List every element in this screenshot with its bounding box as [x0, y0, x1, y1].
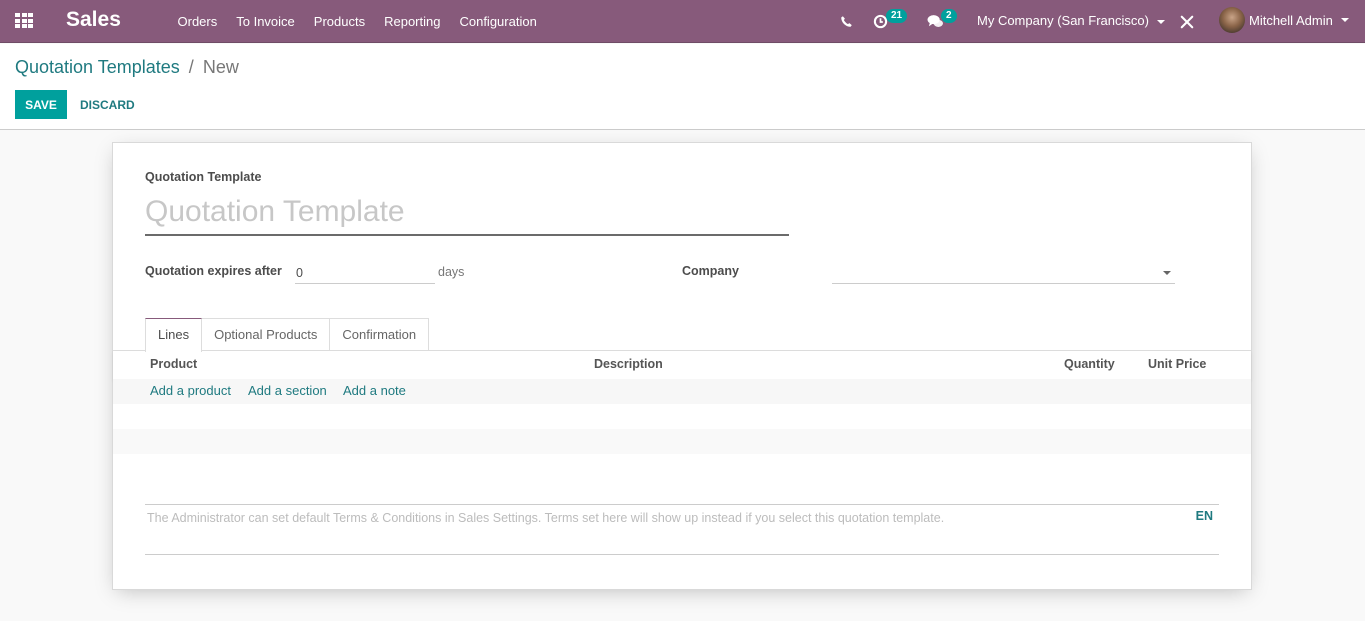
discard-button[interactable]: DISCARD: [72, 90, 143, 119]
menu-configuration[interactable]: Configuration: [450, 14, 546, 29]
column-unit-price[interactable]: Unit Price: [1148, 357, 1206, 371]
terms-placeholder: The Administrator can set default Terms …: [147, 511, 945, 525]
menu-products[interactable]: Products: [304, 14, 374, 29]
phone-icon[interactable]: [840, 0, 853, 43]
form-sheet: Quotation Template Quotation expires aft…: [112, 142, 1252, 590]
table-row: [113, 404, 1251, 429]
menu-reporting[interactable]: Reporting: [375, 14, 450, 29]
menu-to-invoice[interactable]: To Invoice: [227, 14, 305, 29]
template-name-input[interactable]: [145, 189, 789, 236]
company-select[interactable]: [832, 262, 1175, 284]
avatar: [1219, 7, 1245, 33]
breadcrumb: Quotation Templates / New: [15, 57, 239, 78]
tab-lines[interactable]: Lines: [145, 318, 203, 352]
messaging-menu[interactable]: 2: [927, 0, 957, 43]
tab-confirmation[interactable]: Confirmation: [329, 318, 430, 351]
top-navbar: Sales Orders To Invoice Products Reporti…: [0, 0, 1365, 43]
breadcrumb-parent[interactable]: Quotation Templates: [15, 57, 180, 77]
message-count-badge: 2: [941, 9, 957, 23]
notebook-tabs: Lines Optional Products Confirmation: [145, 318, 430, 352]
chevron-down-icon: [1156, 19, 1165, 24]
save-button[interactable]: SAVE: [15, 90, 67, 119]
apps-grid-icon[interactable]: [15, 13, 33, 29]
company-switcher[interactable]: My Company (San Francisco): [977, 13, 1165, 28]
template-name-label: Quotation Template: [145, 170, 262, 184]
chevron-down-icon: [1340, 18, 1349, 22]
user-name: Mitchell Admin: [1249, 12, 1333, 28]
add-note-link[interactable]: Add a note: [343, 383, 406, 398]
breadcrumb-separator: /: [188, 57, 194, 77]
debug-tools-icon[interactable]: [1180, 0, 1194, 43]
menu-orders[interactable]: Orders: [168, 14, 227, 29]
expires-days-input[interactable]: [295, 262, 435, 284]
days-unit-label: days: [438, 265, 465, 279]
activity-menu[interactable]: 21: [873, 0, 908, 43]
terms-note-field[interactable]: The Administrator can set default Terms …: [145, 504, 1219, 555]
app-name: Sales: [66, 8, 121, 31]
column-quantity[interactable]: Quantity: [1064, 357, 1115, 371]
column-description[interactable]: Description: [594, 357, 663, 371]
tab-optional-products[interactable]: Optional Products: [201, 318, 331, 351]
breadcrumb-current: New: [202, 57, 239, 77]
translate-button[interactable]: EN: [1196, 509, 1213, 523]
add-product-link[interactable]: Add a product: [150, 383, 231, 398]
control-panel: Quotation Templates / New SAVE DISCARD: [0, 44, 1365, 130]
add-section-link[interactable]: Add a section: [248, 383, 327, 398]
company-label: Company: [682, 264, 739, 278]
expires-label: Quotation expires after: [145, 264, 282, 278]
activity-count-badge: 21: [886, 9, 908, 23]
chevron-down-icon: [1163, 271, 1171, 275]
lines-table-header: Product Description Quantity Unit Price: [113, 351, 1251, 379]
main-menu: Orders To Invoice Products Reporting Con…: [168, 0, 546, 43]
column-product[interactable]: Product: [150, 357, 197, 371]
company-name: My Company (San Francisco): [977, 13, 1149, 28]
user-menu[interactable]: Mitchell Admin: [1219, 7, 1349, 33]
table-row: [113, 429, 1251, 454]
